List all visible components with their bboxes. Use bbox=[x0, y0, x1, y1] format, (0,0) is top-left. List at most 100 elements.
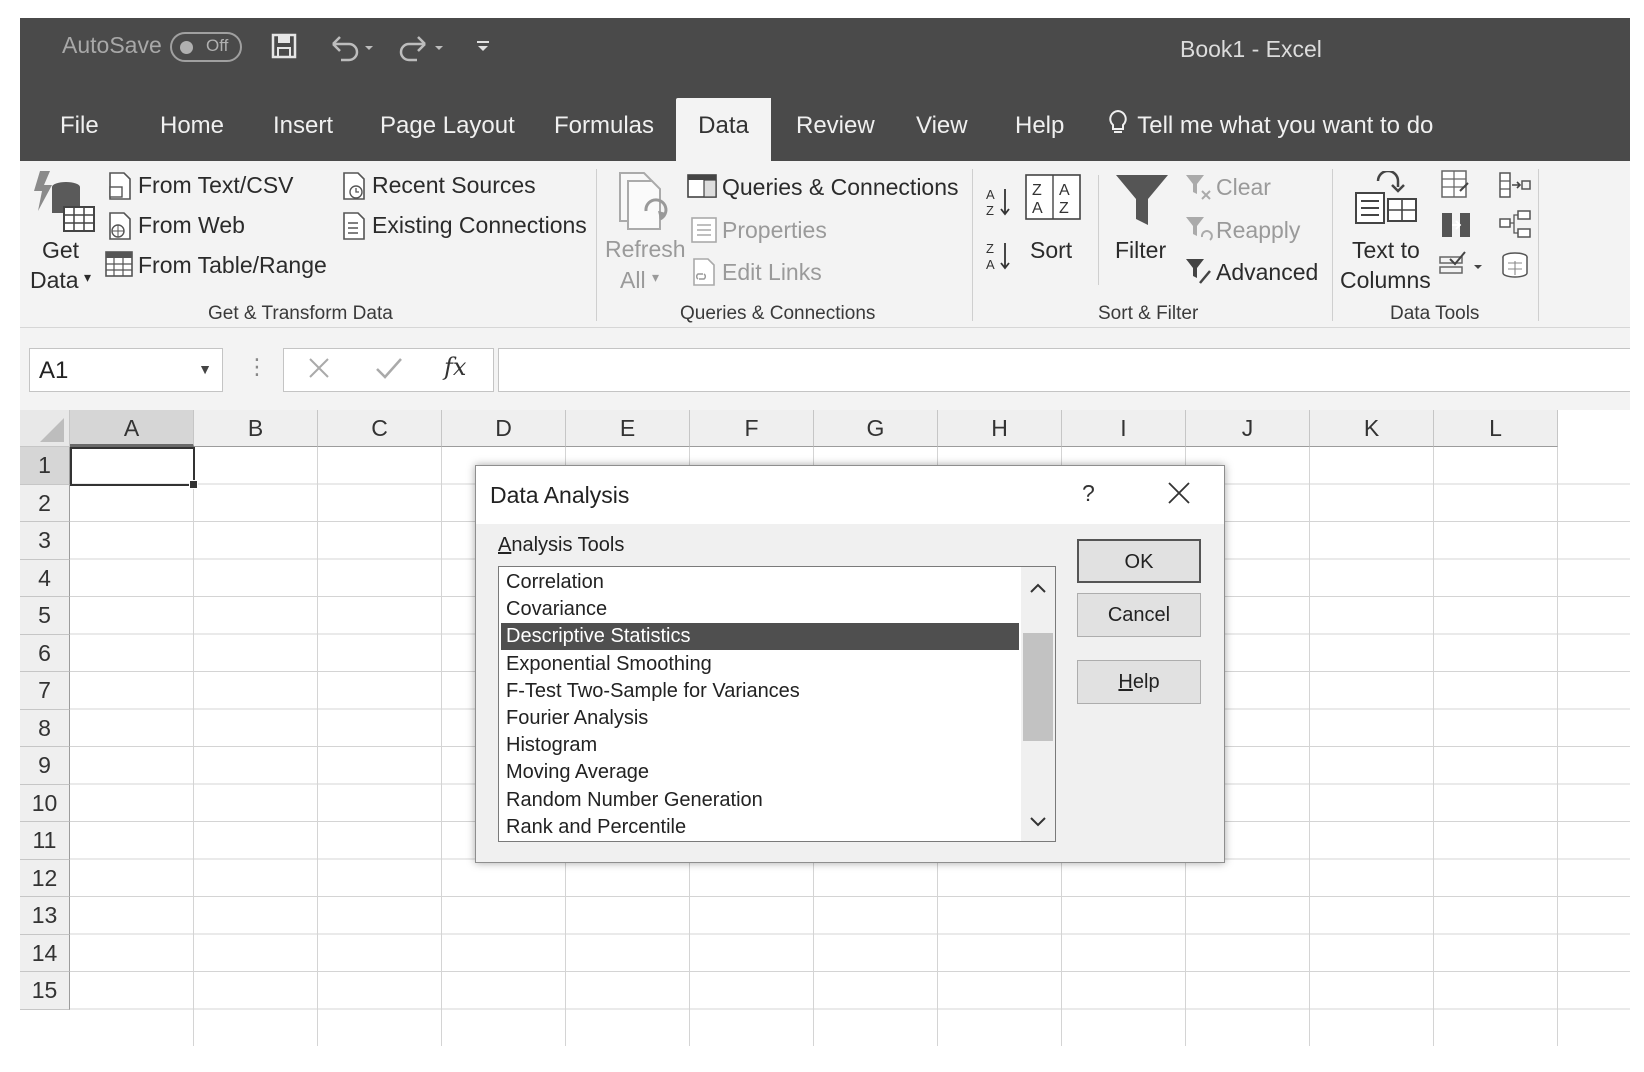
sort-button[interactable]: Sort bbox=[1030, 237, 1072, 264]
name-box-dropdown-icon[interactable]: ▼ bbox=[198, 361, 212, 377]
row-header[interactable]: 2 bbox=[20, 484, 70, 522]
active-cell[interactable] bbox=[70, 447, 198, 489]
list-item[interactable]: Exponential Smoothing bbox=[501, 651, 1019, 678]
tell-me-box[interactable]: Tell me what you want to do bbox=[1105, 98, 1433, 154]
confirm-entry-icon[interactable] bbox=[374, 355, 404, 386]
column-header[interactable]: F bbox=[690, 410, 814, 447]
tab-data[interactable]: Data bbox=[676, 98, 771, 161]
get-data-line1[interactable]: Get bbox=[42, 237, 79, 264]
from-web-button[interactable]: From Web bbox=[138, 212, 245, 239]
tab-insert[interactable]: Insert bbox=[273, 98, 333, 161]
formula-bar-grip-icon[interactable]: ⋮ bbox=[246, 354, 268, 380]
tab-file[interactable]: File bbox=[60, 98, 99, 161]
row-header[interactable]: 6 bbox=[20, 634, 70, 672]
sort-z-to-a-icon[interactable]: ZA bbox=[984, 239, 1014, 278]
column-header[interactable]: H bbox=[938, 410, 1062, 447]
data-model-icon[interactable] bbox=[1498, 249, 1532, 286]
list-scrollbar[interactable] bbox=[1021, 567, 1055, 841]
text-to-columns-line1[interactable]: Text to bbox=[1352, 237, 1420, 264]
remove-duplicates-icon[interactable] bbox=[1440, 209, 1472, 246]
text-to-columns-line2[interactable]: Columns bbox=[1340, 267, 1431, 294]
row-header[interactable]: 3 bbox=[20, 522, 70, 560]
row-header[interactable]: 15 bbox=[20, 972, 70, 1010]
help-button[interactable]: Help bbox=[1077, 660, 1201, 704]
row-header[interactable]: 8 bbox=[20, 709, 70, 747]
column-header[interactable]: J bbox=[1186, 410, 1310, 447]
row-header[interactable]: 1 bbox=[20, 447, 70, 485]
relationships-icon[interactable] bbox=[1498, 209, 1532, 246]
from-text-csv-button[interactable]: From Text/CSV bbox=[138, 172, 294, 199]
column-header[interactable]: C bbox=[318, 410, 442, 447]
row-header[interactable]: 12 bbox=[20, 859, 70, 897]
tab-page-layout[interactable]: Page Layout bbox=[380, 98, 515, 161]
cancel-entry-icon[interactable] bbox=[306, 355, 332, 386]
tab-help[interactable]: Help bbox=[1015, 98, 1064, 161]
column-header[interactable]: A bbox=[70, 410, 194, 447]
list-item[interactable]: Descriptive Statistics bbox=[501, 623, 1019, 651]
reapply-button[interactable]: Reapply bbox=[1216, 217, 1300, 244]
customize-toolbar-icon[interactable] bbox=[475, 32, 491, 62]
list-item[interactable]: Histogram bbox=[501, 732, 1019, 759]
list-item[interactable]: Fourier Analysis bbox=[501, 705, 1019, 732]
scroll-down-icon[interactable] bbox=[1021, 805, 1055, 839]
row-header[interactable]: 4 bbox=[20, 559, 70, 597]
tab-review[interactable]: Review bbox=[796, 98, 875, 161]
filter-button[interactable]: Filter bbox=[1115, 237, 1166, 264]
refresh-all-line2[interactable]: All bbox=[620, 267, 646, 294]
list-item[interactable]: Covariance bbox=[501, 596, 1019, 623]
name-box[interactable]: A1 ▼ bbox=[29, 348, 223, 392]
scrollbar-thumb[interactable] bbox=[1023, 633, 1053, 741]
clear-button[interactable]: Clear bbox=[1216, 174, 1271, 201]
row-header[interactable]: 9 bbox=[20, 747, 70, 785]
insert-function-icon[interactable]: fx bbox=[444, 353, 466, 381]
tab-view[interactable]: View bbox=[916, 98, 968, 161]
row-header[interactable]: 5 bbox=[20, 597, 70, 635]
tab-formulas[interactable]: Formulas bbox=[554, 98, 654, 161]
recent-sources-button[interactable]: Recent Sources bbox=[372, 172, 536, 199]
ok-button[interactable]: OK bbox=[1077, 539, 1201, 583]
list-item[interactable]: Random Number Generation bbox=[501, 787, 1019, 814]
undo-icon[interactable] bbox=[325, 32, 375, 68]
row-header[interactable]: 14 bbox=[20, 934, 70, 972]
column-header[interactable]: I bbox=[1062, 410, 1186, 447]
get-data-dropdown-icon[interactable]: ▾ bbox=[84, 269, 91, 286]
column-header[interactable]: D bbox=[442, 410, 566, 447]
close-icon[interactable] bbox=[1166, 480, 1192, 506]
save-icon[interactable] bbox=[270, 32, 298, 66]
existing-connections-button[interactable]: Existing Connections bbox=[372, 212, 587, 239]
queries-connections-button[interactable]: Queries & Connections bbox=[722, 174, 959, 201]
row-header[interactable]: 13 bbox=[20, 897, 70, 935]
tab-home[interactable]: Home bbox=[160, 98, 224, 161]
sort-a-to-z-icon[interactable]: AZ bbox=[984, 185, 1014, 224]
cancel-button[interactable]: Cancel bbox=[1077, 593, 1201, 637]
from-table-range-button[interactable]: From Table/Range bbox=[138, 252, 327, 279]
data-validation-icon[interactable] bbox=[1438, 249, 1484, 286]
column-header[interactable]: G bbox=[814, 410, 938, 447]
dialog-help-icon[interactable]: ? bbox=[1082, 480, 1095, 507]
column-header[interactable]: E bbox=[566, 410, 690, 447]
select-all-corner[interactable] bbox=[20, 410, 70, 447]
list-item[interactable]: Rank and Percentile bbox=[501, 814, 1019, 841]
list-item[interactable]: Moving Average bbox=[501, 759, 1019, 786]
column-header[interactable]: L bbox=[1434, 410, 1558, 447]
row-header[interactable]: 10 bbox=[20, 784, 70, 822]
autosave-toggle[interactable]: Off bbox=[170, 32, 242, 62]
properties-button[interactable]: Properties bbox=[722, 217, 827, 244]
list-item[interactable]: Correlation bbox=[501, 569, 1019, 596]
list-item[interactable]: F-Test Two-Sample for Variances bbox=[501, 678, 1019, 705]
formula-input[interactable] bbox=[498, 348, 1630, 392]
column-header[interactable]: B bbox=[194, 410, 318, 447]
row-header[interactable]: 7 bbox=[20, 672, 70, 710]
refresh-dropdown-icon[interactable]: ▾ bbox=[652, 269, 659, 286]
flash-fill-icon[interactable] bbox=[1440, 169, 1472, 206]
split-columns-icon[interactable] bbox=[1498, 169, 1532, 206]
edit-links-button[interactable]: Edit Links bbox=[722, 259, 822, 286]
row-header[interactable]: 11 bbox=[20, 822, 70, 860]
fill-handle[interactable] bbox=[189, 480, 198, 489]
analysis-tools-list[interactable]: Correlation Covariance Descriptive Statist… bbox=[498, 566, 1056, 842]
scroll-up-icon[interactable] bbox=[1021, 571, 1055, 605]
advanced-button[interactable]: Advanced bbox=[1216, 259, 1318, 286]
column-header[interactable]: K bbox=[1310, 410, 1434, 447]
refresh-all-line1[interactable]: Refresh bbox=[605, 236, 686, 263]
get-data-line2[interactable]: Data bbox=[30, 267, 79, 294]
